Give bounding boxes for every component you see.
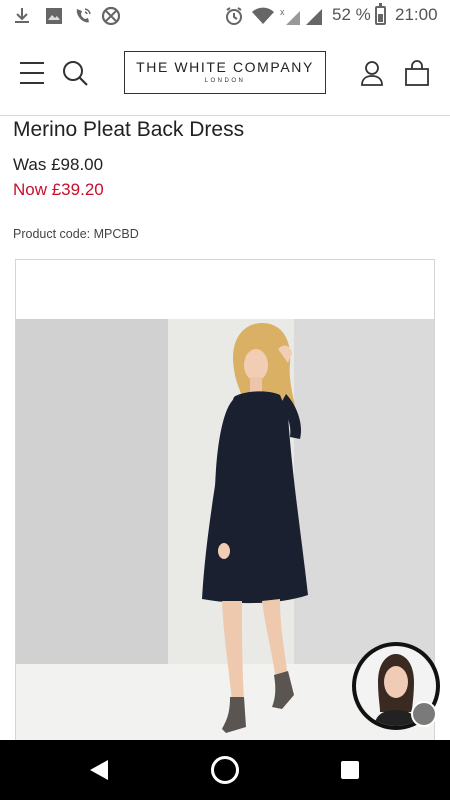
data-saver-icon	[101, 6, 121, 26]
product-title: Merino Pleat Back Dress	[13, 118, 245, 141]
product-code: Product code: MPCBD	[13, 227, 139, 241]
account-icon[interactable]	[360, 60, 384, 86]
site-header: THE WHITE COMPANY LONDON	[0, 32, 450, 116]
clock: 21:00	[395, 5, 438, 24]
alarm-icon	[226, 7, 242, 25]
back-icon[interactable]	[88, 758, 110, 782]
wifi-icon	[252, 7, 274, 24]
svg-text:x: x	[280, 7, 285, 17]
brand-logo[interactable]: THE WHITE COMPANY LONDON	[124, 51, 326, 94]
status-bar: x 52 % 21:00	[0, 0, 450, 32]
search-icon[interactable]	[62, 60, 88, 86]
android-nav-bar	[0, 740, 450, 800]
signal-icon: x	[280, 7, 322, 25]
chat-status-dot	[411, 701, 437, 727]
menu-icon[interactable]	[20, 62, 44, 84]
download-icon	[15, 8, 29, 23]
recents-icon[interactable]	[341, 761, 359, 779]
price-now: Now £39.20	[13, 180, 104, 199]
battery-icon	[375, 3, 386, 25]
logo-sub-text: LONDON	[204, 78, 246, 84]
gallery-icon	[46, 8, 62, 24]
wifi-call-icon	[76, 8, 91, 23]
bag-icon[interactable]	[404, 60, 430, 86]
home-icon[interactable]	[211, 756, 239, 784]
battery-percent: 52 %	[332, 5, 371, 24]
logo-main-text: THE WHITE COMPANY	[136, 59, 314, 75]
price-was: Was £98.00	[13, 155, 104, 174]
